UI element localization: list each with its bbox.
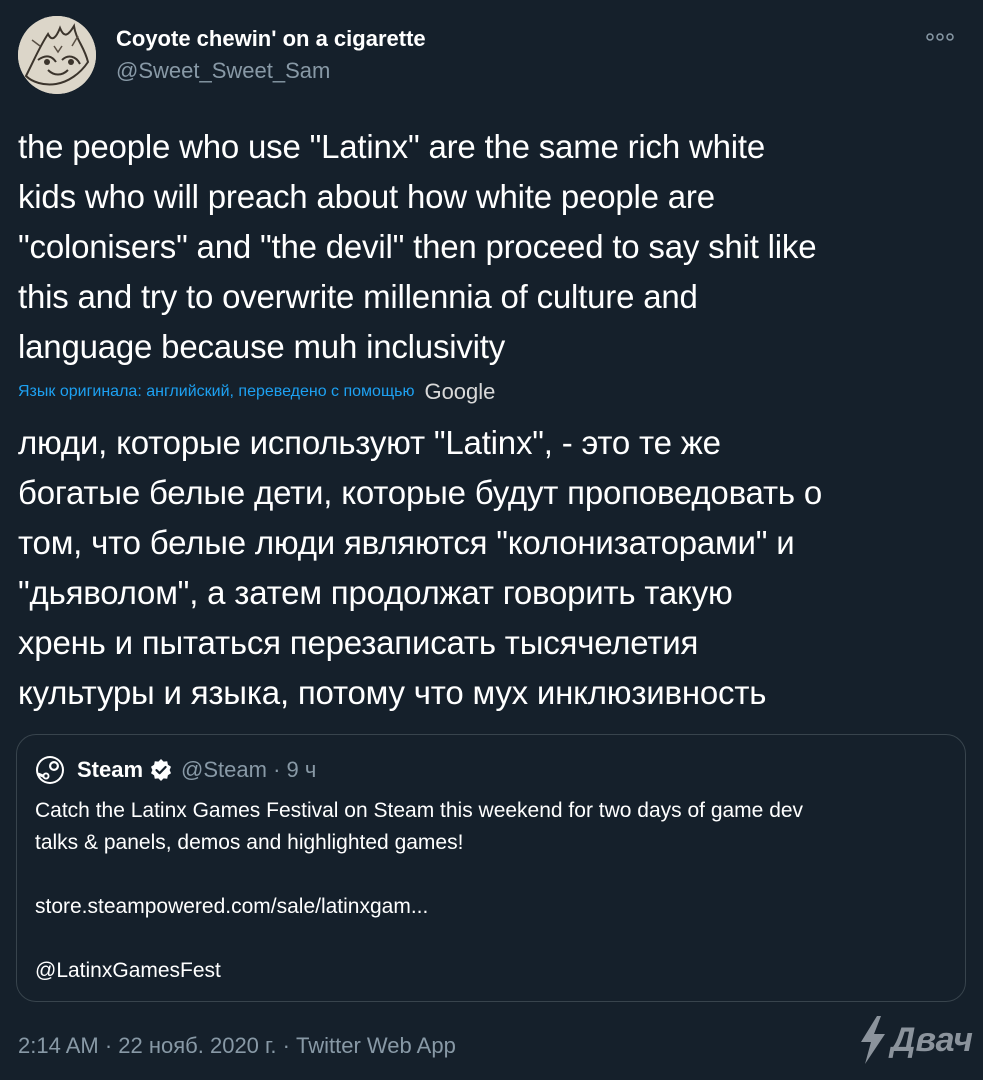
quoted-tweet-card[interactable]: Steam @Steam · 9 ч Catch the Latinx Game… [16,734,966,1002]
quoted-body-line: talks & panels, demos and highlighted ga… [35,831,464,854]
translated-text: люди, которые используют "Latinx", - это… [18,418,968,718]
translated-text-line: культуры и языка, потому что мух инклюзи… [18,674,767,711]
quoted-author-handle-time: @Steam · 9 ч [181,757,317,782]
tweet-header: Coyote chewin' on a cigarette @Sweet_Swe… [18,16,958,96]
verified-badge-icon [151,759,172,781]
lightning-bolt-icon [860,1016,885,1064]
avatar-drawing-icon [18,16,96,94]
tweet-text-line: kids who will preach about how white peo… [18,178,715,215]
more-options-icon [926,33,954,41]
steam-logo-icon [36,756,64,784]
quoted-mention: @LatinxGamesFest [35,959,221,982]
translated-text-line: том, что белые люди являются "колонизато… [18,524,795,561]
translated-text-line: люди, которые используют "Latinx", - это… [18,424,721,461]
watermark-text: Двач [890,1020,973,1059]
quoted-tweet-body: Catch the Latinx Games Festival on Steam… [35,795,950,987]
author-handle[interactable]: @Sweet_Sweet_Sam [116,58,330,84]
quoted-link: store.steampowered.com/sale/latinxgam... [35,895,429,918]
google-logo: Google [424,379,496,404]
translation-notice-text[interactable]: Язык оригинала: английский, переведено с… [18,383,414,401]
tweet-timestamp-source[interactable]: 2:14 AM · 22 нояб. 2020 г. · Twitter Web… [18,1033,456,1059]
tweet: Coyote chewin' on a cigarette @Sweet_Swe… [0,0,983,1080]
author-display-name[interactable]: Coyote chewin' on a cigarette [116,26,426,52]
translated-text-line: "дьяволом", а затем продолжат говорить т… [18,574,733,611]
tweet-text: the people who use "Latinx" are the same… [18,122,968,372]
quoted-body-line: Catch the Latinx Games Festival on Steam… [35,799,804,822]
translated-text-line: хрень и пытаться перезаписать тысячелети… [18,624,699,661]
translation-notice[interactable]: Язык оригинала: английский, переведено с… [18,379,495,405]
dvach-watermark: Двач [857,1016,973,1064]
quoted-tweet-header: Steam @Steam · 9 ч [35,755,316,785]
more-options-button[interactable] [922,22,958,52]
translated-text-line: богатые белые дети, которые будут пропов… [18,474,822,511]
tweet-text-line: "colonisers" and "the devil" then procee… [18,228,817,265]
tweet-text-line: this and try to overwrite millennia of c… [18,278,698,315]
tweet-text-line: the people who use "Latinx" are the same… [18,128,765,165]
quoted-author-name: Steam [77,757,144,782]
tweet-text-line: language because muh inclusivity [18,328,506,365]
avatar[interactable] [18,16,96,94]
